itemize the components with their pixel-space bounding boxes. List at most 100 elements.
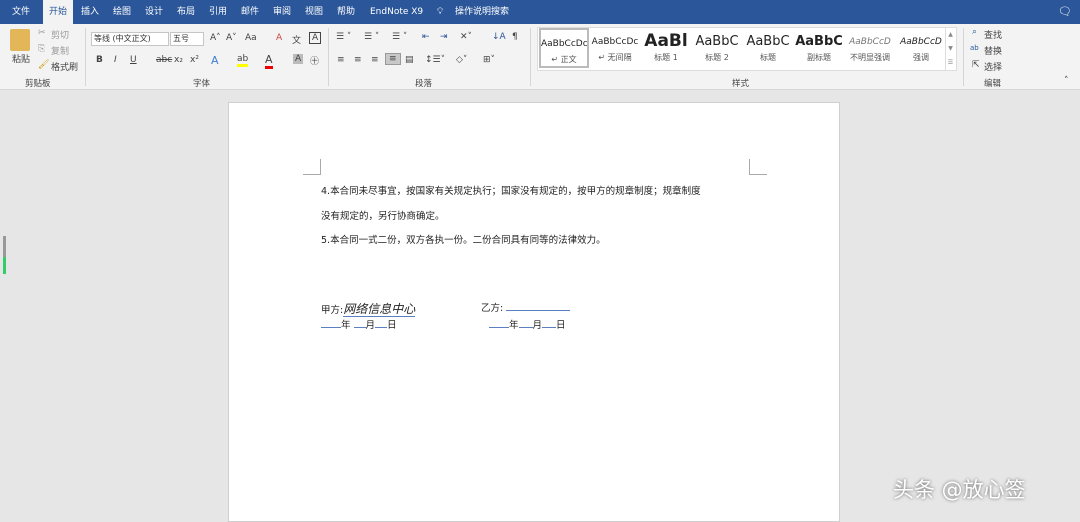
font-group-label: 字体 (193, 79, 211, 89)
copy-button[interactable]: 复制 (51, 44, 69, 57)
tab-references[interactable]: 引用 (209, 0, 227, 24)
text-effects-icon[interactable]: A (211, 54, 219, 67)
ribbon: 粘贴 ✂ 剪切 ⎘ 复制 🖌︎ 格式刷 剪贴板 等线 (中文正文) 五号 A˄ … (0, 24, 1080, 90)
borders-icon[interactable]: ⊞˅ (483, 55, 495, 65)
tab-file[interactable]: 文件 (12, 0, 30, 24)
tab-mailings[interactable]: 邮件 (241, 0, 259, 24)
line-spacing-icon[interactable]: ↕☰˅ (425, 55, 445, 65)
collapse-ribbon-icon[interactable]: ˄ (1064, 76, 1069, 86)
tab-layout[interactable]: 布局 (177, 0, 195, 24)
style-subtitle[interactable]: AaBbC 副标题 (794, 28, 844, 68)
strikethrough-icon[interactable]: abc (156, 55, 172, 65)
tab-review[interactable]: 审阅 (273, 0, 291, 24)
clear-format-icon[interactable]: A (276, 33, 282, 43)
shading-icon[interactable]: ◇˅ (456, 55, 467, 65)
party-b-line: 乙方: (481, 300, 571, 314)
distributed-icon[interactable]: ▤ (405, 55, 414, 65)
cut-button[interactable]: 剪切 (51, 28, 69, 41)
replace-icon: ab (970, 44, 979, 52)
day-label: 日 (556, 320, 566, 331)
format-painter-button[interactable]: 格式刷 (51, 60, 78, 73)
style-heading-1[interactable]: AaBl 标题 1 (641, 28, 691, 68)
subscript-icon[interactable]: x₂ (174, 55, 183, 65)
document-page[interactable]: 4.本合同未尽事宜，按国家有关规定执行；国家没有规定的，按甲方的规章制度；规章制… (228, 102, 840, 522)
paragraph-4-line-1: 4.本合同未尽事宜，按国家有关规定执行；国家没有规定的，按甲方的规章制度；规章制… (321, 186, 701, 197)
comments-icon[interactable]: 🗨︎ (1058, 0, 1072, 24)
underline-icon[interactable]: U (130, 55, 137, 65)
paragraph-5: 5.本合同一式二份，双方各执一份。二份合同具有同等的法律效力。 (321, 235, 606, 246)
char-shading-icon[interactable]: A (293, 54, 304, 64)
copy-icon: ⎘ (38, 44, 46, 54)
tab-design[interactable]: 设计 (145, 0, 163, 24)
font-color-icon[interactable]: A (265, 53, 273, 69)
year-label: 年 (341, 320, 351, 331)
show-marks-icon[interactable]: ¶ (512, 32, 518, 42)
cut-icon: ✂ (38, 28, 46, 38)
sort-icon[interactable]: ↓A (492, 32, 506, 42)
justify-icon[interactable]: ≡ (385, 53, 401, 65)
char-border-icon[interactable]: A (309, 32, 322, 44)
find-button[interactable]: 查找 (984, 28, 1002, 41)
tab-draw[interactable]: 绘图 (113, 0, 131, 24)
bold-icon[interactable]: B (96, 55, 103, 65)
change-case-button[interactable]: Aa (245, 33, 257, 43)
tell-me-search[interactable]: 操作说明搜索 (455, 0, 509, 24)
align-center-icon[interactable]: ≡ (354, 55, 362, 65)
style-emphasis[interactable]: AaBbCcD 强调 (896, 28, 946, 68)
phonetic-guide-icon[interactable]: 文 (292, 33, 301, 46)
multilevel-list-icon[interactable]: ☰ ˅ (392, 32, 407, 42)
watermark: 头条 @放心签 (893, 478, 1026, 502)
editing-group-label: 编辑 (984, 79, 1002, 89)
party-b-blank[interactable] (506, 301, 571, 311)
divider (963, 28, 964, 86)
decrease-indent-icon[interactable]: ⇤ (422, 32, 430, 42)
styles-group-label: 样式 (732, 79, 750, 89)
search-icon: ⌕ (972, 27, 978, 37)
tab-view[interactable]: 视图 (305, 0, 323, 24)
grow-font-icon[interactable]: A˄ (210, 33, 221, 43)
cursor-icon: ⇱ (972, 60, 980, 70)
party-b-label: 乙方: (481, 303, 504, 314)
style-title[interactable]: AaBbC 标题 (743, 28, 793, 68)
tab-endnote[interactable]: EndNote X9 (370, 0, 423, 24)
bullets-icon[interactable]: ☰ ˅ (336, 32, 351, 42)
party-b-date: 年月日 (489, 317, 566, 331)
italic-icon[interactable]: I (114, 55, 117, 65)
party-a-line: 甲方:网络信息中心 (321, 300, 416, 317)
margin-corner-mark (303, 159, 321, 175)
select-button[interactable]: 选择 (984, 60, 1002, 73)
format-painter-icon: 🖌︎ (38, 60, 50, 70)
enclose-char-icon[interactable]: ㊉ (310, 54, 319, 67)
clipboard-group-label: 剪贴板 (25, 79, 51, 89)
day-label: 日 (387, 320, 397, 331)
chinese-layout-icon[interactable]: ✕˅ (460, 32, 472, 42)
style-subtle-emphasis[interactable]: AaBbCcD 不明显强调 (845, 28, 895, 68)
style-heading-2[interactable]: AaBbC 标题 2 (692, 28, 742, 68)
style-no-spacing[interactable]: AaBbCcDc ↵ 无间隔 (590, 28, 640, 68)
shrink-font-icon[interactable]: A˅ (226, 33, 237, 43)
paste-button[interactable]: 粘贴 (12, 52, 30, 65)
tab-help[interactable]: 帮助 (337, 0, 355, 24)
superscript-icon[interactable]: x² (190, 55, 199, 65)
replace-button[interactable]: 替换 (984, 44, 1002, 57)
highlight-icon[interactable]: ab (237, 54, 249, 67)
paragraph-group-label: 段落 (415, 79, 433, 89)
tab-insert[interactable]: 插入 (81, 0, 99, 24)
numbering-icon[interactable]: ☰ ˅ (364, 32, 379, 42)
lightbulb-icon: 💡︎ (437, 7, 444, 17)
handwritten-signature: 网络信息中心 (343, 302, 416, 317)
divider (530, 28, 531, 86)
font-size-select[interactable]: 五号 (170, 32, 204, 46)
month-label: 月 (532, 320, 543, 331)
align-right-icon[interactable]: ≡ (371, 55, 379, 65)
increase-indent-icon[interactable]: ⇥ (440, 32, 448, 42)
party-a-date: 年 月日 (321, 317, 397, 331)
ribbon-tab-bar: 文件 开始 插入 绘图 设计 布局 引用 邮件 审阅 视图 帮助 EndNote… (0, 0, 1080, 24)
tab-home[interactable]: 开始 (43, 0, 74, 24)
style-normal[interactable]: AaBbCcDc ↵ 正文 (539, 28, 589, 68)
align-left-icon[interactable]: ≡ (337, 55, 345, 65)
paste-icon[interactable] (10, 29, 30, 51)
font-name-select[interactable]: 等线 (中文正文) (91, 32, 169, 46)
scroll-indicator[interactable] (3, 236, 6, 274)
styles-scroll[interactable]: ▲ ▼ ☰ (945, 28, 955, 70)
